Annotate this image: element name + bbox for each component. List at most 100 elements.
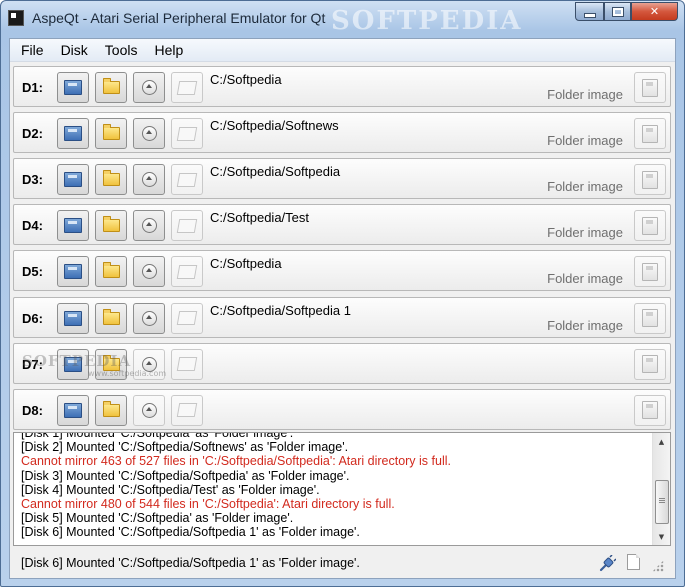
drive-image-type: Folder image	[547, 271, 623, 287]
scroll-up-icon[interactable]: ▲	[653, 433, 670, 450]
window-title: AspeQt - Atari Serial Peripheral Emulato…	[32, 10, 326, 26]
eject-button[interactable]	[133, 302, 165, 334]
title-bar[interactable]: AspeQt - Atari Serial Peripheral Emulato…	[1, 1, 684, 37]
scroll-thumb[interactable]	[655, 480, 669, 524]
eject-icon	[141, 310, 157, 326]
log-line: [Disk 4] Mounted 'C:/Softpedia/Test' as …	[21, 482, 320, 497]
log-document-icon[interactable]	[627, 554, 640, 570]
disk-icon	[64, 80, 82, 95]
mount-disk-image-button[interactable]	[57, 256, 89, 288]
drive-row-2: D2: C:/Softpedia/Softnews Folder image	[13, 112, 671, 154]
save-icon	[642, 170, 658, 189]
drive-label: D2:	[22, 126, 43, 142]
mount-folder-button[interactable]	[95, 118, 127, 150]
folder-icon	[102, 124, 120, 141]
save-icon	[642, 355, 658, 374]
mount-folder-button[interactable]	[95, 210, 127, 242]
status-bar: [Disk 6] Mounted 'C:/Softpedia/Softpedia…	[10, 548, 675, 578]
scroll-down-icon[interactable]: ▼	[653, 528, 670, 545]
mount-folder-button[interactable]	[95, 394, 127, 426]
drive-image-type: Folder image	[547, 87, 623, 102]
maximize-button[interactable]	[604, 2, 631, 21]
drive-row-5: D5: C:/Softpedia Folder image	[13, 250, 671, 292]
write-protect-button[interactable]	[171, 164, 203, 196]
write-protect-icon	[176, 80, 198, 95]
drive-row-1: D1: C:/Softpedia Folder image	[13, 66, 671, 107]
mount-disk-image-button[interactable]	[57, 72, 89, 103]
drive-image-type: Folder image	[547, 179, 623, 195]
mount-folder-button[interactable]	[95, 256, 127, 288]
save-icon	[642, 309, 658, 327]
save-image-button[interactable]	[634, 72, 666, 103]
disk-icon	[64, 218, 82, 234]
mount-folder-button[interactable]	[95, 164, 127, 196]
mount-disk-image-button[interactable]	[57, 164, 89, 196]
save-image-button[interactable]	[634, 164, 666, 196]
save-image-button[interactable]	[634, 118, 666, 150]
title-watermark: SOFTPEDIA	[331, 6, 523, 36]
save-icon	[642, 401, 658, 420]
app-icon[interactable]	[8, 10, 24, 26]
eject-button[interactable]	[133, 118, 165, 150]
eject-icon	[141, 218, 157, 234]
eject-button[interactable]	[133, 210, 165, 242]
drive-label: D1:	[22, 80, 43, 95]
drive-row-3: D3: C:/Softpedia/Softpedia Folder image	[13, 158, 671, 200]
save-icon	[642, 124, 658, 143]
menu-bar: File Disk Tools Help	[10, 39, 675, 62]
mount-disk-image-button[interactable]	[57, 302, 89, 334]
eject-button[interactable]	[133, 256, 165, 288]
log-scrollbar[interactable]: ▲ ▼	[652, 433, 670, 545]
mount-disk-image-button[interactable]	[57, 210, 89, 242]
app-window: AspeQt - Atari Serial Peripheral Emulato…	[0, 0, 685, 587]
close-button[interactable]: ✕	[631, 2, 678, 21]
minimize-icon	[583, 12, 596, 18]
close-icon: ✕	[649, 5, 660, 18]
eject-icon	[141, 172, 157, 188]
drive-image-type: Folder image	[547, 225, 623, 241]
eject-button[interactable]	[133, 394, 165, 426]
connection-plug-icon[interactable]	[599, 555, 616, 572]
menu-disk[interactable]: Disk	[52, 42, 96, 58]
write-protect-button[interactable]	[171, 302, 203, 334]
write-protect-button[interactable]	[171, 210, 203, 242]
eject-button[interactable]	[133, 72, 165, 103]
drive-label: D4:	[22, 218, 43, 234]
row-watermark: SOFTPEDIA	[22, 351, 132, 370]
save-image-button[interactable]	[634, 394, 666, 426]
minimize-button[interactable]	[575, 2, 604, 21]
write-protect-button[interactable]	[171, 256, 203, 288]
eject-button[interactable]	[133, 164, 165, 196]
mount-folder-button[interactable]	[95, 302, 127, 334]
resize-grip-icon[interactable]	[652, 560, 664, 572]
menu-help[interactable]: Help	[145, 42, 191, 58]
write-protect-button[interactable]	[171, 394, 203, 426]
save-image-button[interactable]	[634, 210, 666, 242]
mount-disk-image-button[interactable]	[57, 394, 89, 426]
write-protect-icon	[176, 126, 198, 141]
maximize-icon	[611, 6, 624, 17]
write-protect-button[interactable]	[171, 348, 203, 380]
eject-icon	[141, 264, 157, 280]
folder-icon	[102, 216, 120, 233]
folder-icon	[102, 78, 120, 94]
write-protect-button[interactable]	[171, 72, 203, 103]
menu-tools[interactable]: Tools	[96, 42, 146, 58]
save-image-button[interactable]	[634, 256, 666, 288]
menu-file[interactable]: File	[10, 42, 52, 58]
drive-label: D5:	[22, 264, 43, 280]
log-panel[interactable]: [Disk 1] Mounted 'C:/Softpedia' as 'Fold…	[13, 432, 671, 546]
mount-folder-button[interactable]	[95, 72, 127, 103]
eject-icon	[141, 402, 157, 418]
mount-disk-image-button[interactable]	[57, 118, 89, 150]
write-protect-button[interactable]	[171, 118, 203, 150]
log-line: [Disk 3] Mounted 'C:/Softpedia/Softpedia…	[21, 468, 350, 483]
save-image-button[interactable]	[634, 348, 666, 380]
log-line: [Disk 1] Mounted 'C:/Softpedia' as 'Fold…	[21, 432, 294, 440]
log-line-error: Cannot mirror 463 of 527 files in 'C:/So…	[21, 454, 451, 469]
save-image-button[interactable]	[634, 302, 666, 334]
drive-label: D6:	[22, 310, 43, 326]
drive-label: D8:	[22, 402, 43, 418]
save-icon	[642, 216, 658, 235]
eject-icon	[141, 126, 157, 142]
